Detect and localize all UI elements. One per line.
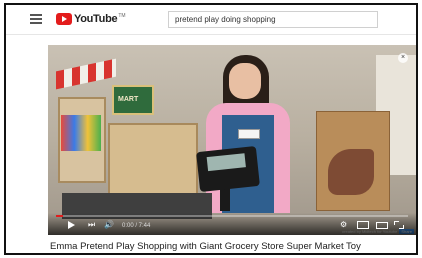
video-title[interactable]: Emma Pretend Play Shopping with Giant Gr… xyxy=(50,241,361,252)
next-icon[interactable]: ⏭ xyxy=(88,220,96,230)
progress-bar[interactable] xyxy=(56,215,408,217)
theater-mode-icon[interactable] xyxy=(376,222,388,229)
captions-icon[interactable] xyxy=(357,221,369,229)
card-terminal-stand xyxy=(220,187,230,211)
close-icon[interactable]: × xyxy=(398,53,408,63)
name-tag xyxy=(238,129,260,139)
youtube-logo[interactable]: YouTube TM xyxy=(56,12,126,26)
hamburger-menu-icon[interactable] xyxy=(30,14,42,24)
logo-trademark: TM xyxy=(118,13,126,19)
progress-fill xyxy=(56,215,64,217)
toy-boxes xyxy=(61,115,101,151)
girl-face xyxy=(229,63,261,99)
volume-icon[interactable]: 🔊 xyxy=(104,220,114,230)
logo-wordmark: YouTube xyxy=(74,13,118,25)
search-query-text: pretend play doing shopping xyxy=(175,15,276,24)
time-display: 0:00 / 7:44 xyxy=(122,223,151,229)
store-sign: MART xyxy=(112,85,154,115)
card-terminal xyxy=(196,145,260,193)
fullscreen-icon[interactable] xyxy=(394,221,404,229)
store-sign-text: MART xyxy=(118,96,139,103)
video-player[interactable]: MART × created by Midtech for Youtube Sh… xyxy=(48,45,416,235)
store-counter xyxy=(108,123,198,203)
top-bar: YouTube TM pretend play doing shopping xyxy=(6,5,416,35)
paper-bag-print xyxy=(328,149,374,195)
player-controls: ⏭ 🔊 0:00 / 7:44 ⚙ xyxy=(48,213,416,235)
youtube-play-logo-icon xyxy=(56,13,72,25)
search-input[interactable]: pretend play doing shopping xyxy=(168,11,378,28)
settings-gear-icon[interactable]: ⚙ xyxy=(340,220,350,230)
browser-frame: YouTube TM pretend play doing shopping M… xyxy=(4,3,418,255)
card-terminal-screen xyxy=(206,153,246,172)
play-icon[interactable] xyxy=(68,221,75,229)
